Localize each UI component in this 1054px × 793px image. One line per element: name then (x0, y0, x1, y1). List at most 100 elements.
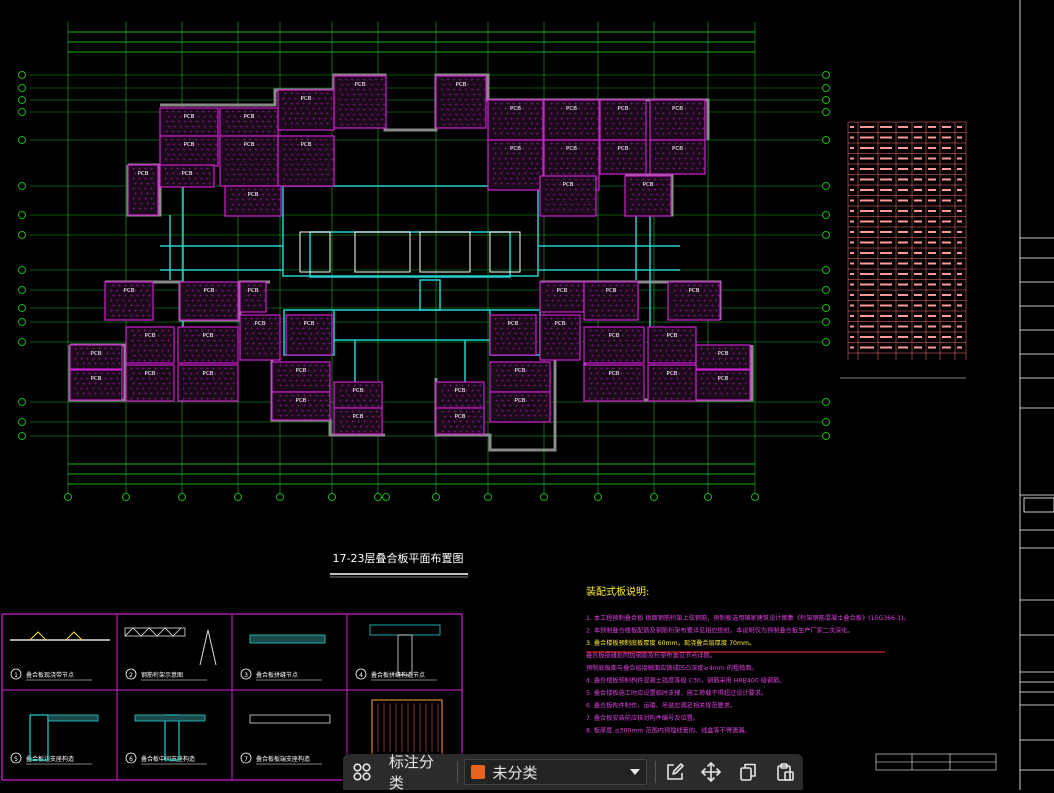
hatch-mark: + (536, 131, 539, 136)
cell-mark (898, 126, 908, 128)
cell-mark (942, 199, 951, 202)
hatch-mark: + (130, 396, 133, 401)
hatch-mark: + (478, 122, 481, 127)
hatch-mark: + (545, 383, 548, 388)
hatch-mark: + (88, 361, 91, 366)
hatch-mark: + (330, 106, 333, 111)
hatch-mark: + (702, 146, 705, 151)
hatch-mark: + (272, 177, 275, 182)
hatch-mark: + (315, 413, 318, 418)
cell-mark (914, 294, 922, 296)
panel-label: PCB (455, 414, 466, 420)
category-color-swatch (470, 765, 485, 779)
cell-mark (850, 315, 854, 317)
cell-mark (850, 294, 854, 296)
hatch-mark: + (603, 313, 606, 318)
hatch-mark: + (665, 207, 668, 212)
hatch-mark: + (320, 346, 323, 351)
note-line: 预制底板面与叠合层接触面应做成凹凸深度≥4mm 的粗糙面。 (586, 664, 758, 672)
hatch-mark: + (682, 396, 685, 401)
panel-label: PCB (566, 146, 577, 152)
hatch-mark: + (225, 129, 228, 134)
hatch-mark: + (521, 413, 524, 418)
hatch-mark: + (536, 181, 539, 186)
note-line: 8. 板厚度 ≤300mm 范围内预埋线管的、线盒等不得遗漏。 (586, 727, 751, 735)
copy-button[interactable] (729, 754, 767, 790)
hatch-mark: + (674, 131, 677, 136)
detail-title: 叠合板边支座构造 (26, 755, 74, 763)
hatch-mark: + (309, 413, 312, 418)
small-legend-table (875, 753, 997, 771)
hatch-mark: + (530, 131, 533, 136)
cad-drawing-canvas[interactable]: + + + + + + + + ++ + + + + + + + ++ + + + + + + + ++ + + + + + + + ++ + + +… (0, 0, 1054, 790)
hatch-mark: + (370, 122, 373, 127)
hatch-mark: + (494, 181, 497, 186)
cell-mark (860, 178, 874, 181)
cell-mark (860, 136, 874, 139)
cell-mark (850, 126, 854, 128)
note-line: 叠合板接缝处附加钢筋及桁架布置见节点详图。 (586, 652, 716, 660)
label-category-button[interactable]: 标注分类 (381, 753, 457, 792)
hatch-mark: + (506, 131, 509, 136)
panel-label: PCB (515, 398, 526, 404)
hatch-mark: + (552, 351, 555, 356)
hatch-mark: + (154, 396, 157, 401)
panel-label: PCB (244, 142, 255, 148)
hatch-mark: + (494, 346, 497, 351)
hatch-mark: + (172, 181, 175, 186)
hatch-mark: + (540, 156, 543, 161)
hatch-mark: + (314, 121, 317, 126)
hatch-mark: + (229, 207, 232, 212)
hatch-mark: + (466, 122, 469, 127)
hatch-mark: + (497, 413, 500, 418)
panel-label: PCB (203, 371, 214, 377)
cell-mark (860, 273, 874, 275)
cell-mark (850, 283, 854, 286)
cell-mark (880, 241, 892, 244)
hatch-mark: + (164, 157, 167, 162)
hatch-mark: + (588, 396, 591, 401)
hatch-mark: + (533, 383, 536, 388)
cell-mark (914, 168, 922, 170)
hatch-mark: + (672, 166, 675, 171)
hatch-mark: + (375, 429, 378, 434)
cell-mark (957, 315, 962, 317)
hatch-mark: + (194, 396, 197, 401)
move-button[interactable] (694, 754, 730, 790)
hatch-mark: + (249, 129, 252, 134)
hatch-mark: + (693, 313, 696, 318)
hatch-mark: + (183, 129, 186, 134)
hatch-mark: + (259, 303, 262, 308)
cell-mark (914, 231, 922, 233)
hatch-mark: + (207, 358, 210, 363)
panel-label: PCB (689, 288, 700, 294)
panel-label: PCB (145, 333, 156, 339)
hatch-mark: + (562, 131, 565, 136)
hatch-mark: + (624, 131, 627, 136)
hatch-mark: + (642, 131, 645, 136)
panel-label: PCB (184, 142, 195, 148)
cell-mark (942, 189, 951, 191)
note-line: 4. 叠合楼板预制构件混凝土强度等级 C30，钢筋采用 HRB400 级钢筋。 (586, 677, 785, 685)
hatch-mark: + (689, 358, 692, 363)
paste-button[interactable] (767, 754, 803, 790)
category-dropdown[interactable]: 未分类 (463, 759, 647, 785)
hatch-mark: + (263, 298, 266, 303)
cell-mark (942, 168, 951, 170)
hatch-mark: + (631, 358, 634, 363)
grid-button[interactable] (343, 754, 381, 790)
cell-mark (880, 199, 892, 202)
panel-label: PCB (353, 414, 364, 420)
cell-mark (850, 252, 854, 254)
hatch-mark: + (82, 361, 85, 366)
hatch-mark: + (524, 131, 527, 136)
hatch-mark: + (744, 391, 747, 396)
hatch-mark: + (660, 166, 663, 171)
hatch-mark: + (702, 156, 705, 161)
edit-button[interactable] (656, 754, 694, 790)
hatch-mark: + (503, 383, 506, 388)
hatch-mark: + (276, 351, 279, 356)
cell-mark (898, 168, 908, 170)
cell-mark (914, 220, 922, 223)
detail-number: 5 (14, 756, 18, 763)
